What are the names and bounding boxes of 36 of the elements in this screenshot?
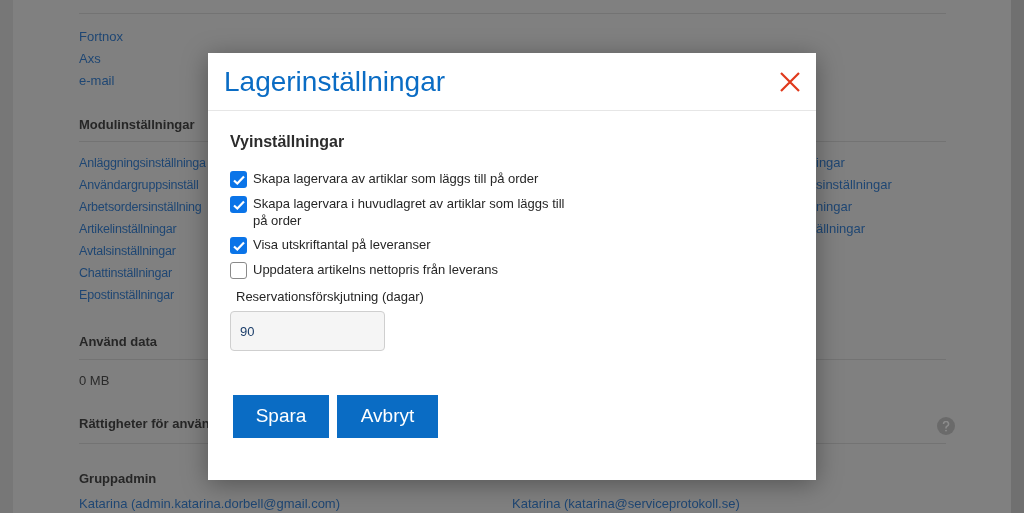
checkbox-label: Skapa lagervara av artiklar som läggs till på order [253,170,539,187]
number-field[interactable]: 90 [230,311,385,351]
save-button[interactable]: Spara [233,395,329,438]
link[interactable]: e-mail [79,70,115,92]
link[interactable]: Katarina (katarina@serviceprotokoll.se) [512,493,740,513]
field-label: Reservationsförskjutning (dagar) [236,289,424,305]
checkbox[interactable] [230,171,247,188]
section-heading: Gruppadmin [79,471,157,487]
checkbox[interactable] [230,196,247,213]
checkbox-label: Visa utskriftantal på leveranser [253,236,431,253]
checkbox[interactable] [230,262,247,279]
link[interactable]: ingar [816,152,845,174]
cancel-button[interactable]: Avbryt [337,395,438,438]
link[interactable]: Katarina (admin.katarina.dorbell@gmail.com) [79,493,512,513]
link[interactable]: Axs [79,48,101,70]
link[interactable]: Avtalsinställningar [79,240,176,262]
used-data-value: 0 MB [79,373,111,389]
link[interactable]: Användargruppsinställ [79,174,199,196]
section-heading: Använd data [79,334,157,350]
section-heading: Rättigheter för använ [79,416,210,432]
link[interactable]: Fortnox [79,26,124,48]
link[interactable]: ällningar [816,218,866,240]
checkbox-label: Skapa lagervara i huvudlagret av artiklar som läggs till på order [253,195,566,229]
link[interactable]: Artikelinställningar [79,218,177,240]
checkbox[interactable] [230,237,247,254]
section-title: Vyinställningar [230,132,345,152]
section-heading: Modulinställningar [79,117,195,133]
link[interactable]: ningar [816,196,853,218]
checkbox-label: Uppdatera artikelns nettopris från leverans [253,261,498,278]
link[interactable]: Arbetsordersinställning [79,196,202,218]
close-icon[interactable] [779,70,801,93]
link[interactable]: Epostinställningar [79,284,175,306]
dialog-title: Lagerinställningar [224,65,446,98]
link[interactable]: Anläggningsinställninga [79,152,206,174]
link[interactable]: sinställningar [816,174,892,196]
link[interactable]: Chattinställningar [79,262,172,284]
